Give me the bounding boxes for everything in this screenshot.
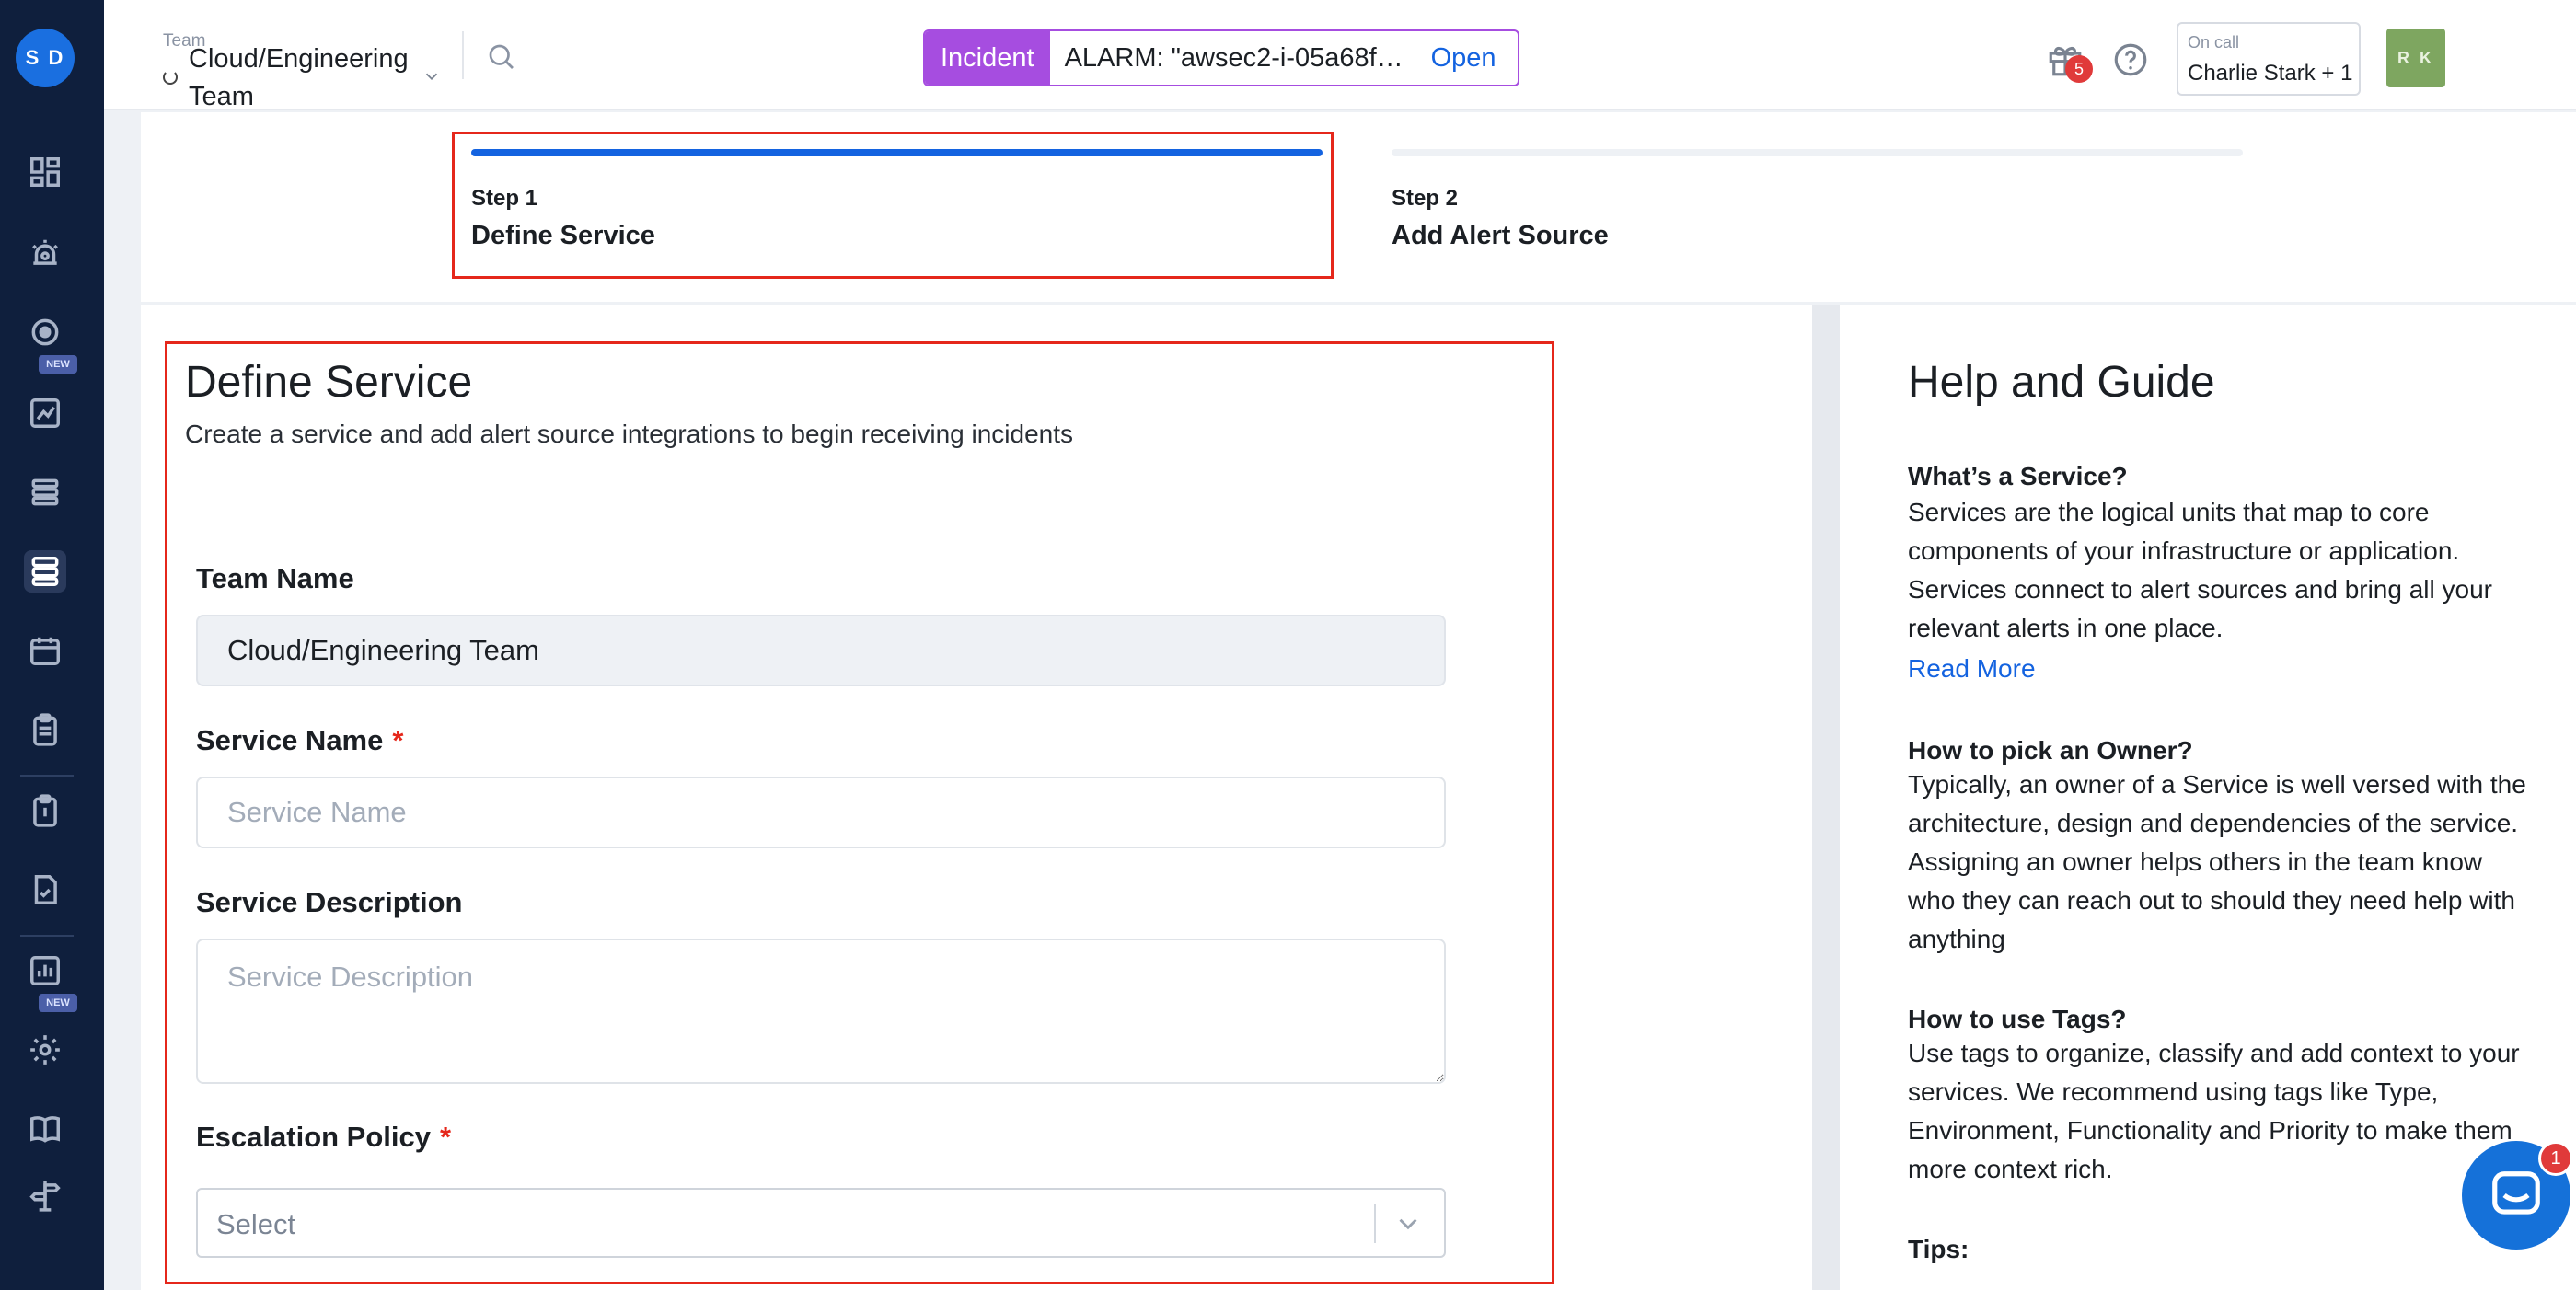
step-add-alert-source[interactable]: Step 2 Add Alert Source xyxy=(1392,149,2243,251)
oncall-label: On call xyxy=(2188,33,2240,52)
help-paragraph: Typically, an owner of a Service is well… xyxy=(1908,770,2526,953)
notification-count-badge: 5 xyxy=(2065,55,2093,83)
clipboard-icon[interactable] xyxy=(24,708,66,751)
form-highlight-box xyxy=(165,341,1554,1284)
sidebar-divider xyxy=(20,775,74,777)
column-separator xyxy=(1812,305,1840,1290)
chat-icon xyxy=(2492,1171,2540,1215)
incident-status: Open xyxy=(1430,42,1496,73)
help-paragraph: Use tags to organize, classify and add c… xyxy=(1908,1039,2520,1183)
help-title: Help and Guide xyxy=(1908,358,2215,407)
topbar-divider xyxy=(462,31,464,79)
read-more-link[interactable]: Read More xyxy=(1908,654,2036,684)
oncall-widget[interactable]: On call Charlie Stark + 1 xyxy=(2177,22,2361,96)
help-question-icon[interactable] xyxy=(2111,40,2150,79)
book-icon[interactable] xyxy=(24,1108,66,1150)
help-heading: How to pick an Owner? xyxy=(1908,736,2193,765)
oncall-name: Charlie Stark + 1 xyxy=(2188,61,2353,86)
checklist-icon[interactable] xyxy=(24,869,66,911)
chevron-down-icon[interactable] xyxy=(422,66,442,86)
runbook-icon[interactable] xyxy=(24,789,66,832)
signpost-icon[interactable] xyxy=(24,1174,66,1216)
incident-tag: Incident xyxy=(925,31,1050,85)
incident-banner[interactable]: Incident ALARM: "awsec2-i-05a68f… Open xyxy=(923,29,1519,86)
reports-icon[interactable] xyxy=(24,950,66,992)
help-paragraph: Services are the logical units that map … xyxy=(1908,498,2492,642)
help-heading: How to use Tags? xyxy=(1908,1005,2127,1033)
user-avatar[interactable]: S D xyxy=(16,29,75,87)
new-badge: NEW xyxy=(39,355,77,374)
calendar-icon[interactable] xyxy=(24,629,66,672)
help-heading: What’s a Service? xyxy=(1908,462,2128,490)
sidebar: S D NEW NEW xyxy=(0,0,104,1290)
analytics-icon[interactable] xyxy=(24,392,66,434)
status-target-icon[interactable] xyxy=(24,311,66,353)
settings-gear-icon[interactable] xyxy=(24,1029,66,1071)
list-icon[interactable] xyxy=(24,471,66,513)
sidebar-divider xyxy=(20,935,74,937)
incident-title[interactable]: ALARM: "awsec2-i-05a68f… xyxy=(1050,31,1415,85)
step-highlight-box xyxy=(452,132,1334,279)
new-badge: NEW xyxy=(39,994,77,1012)
alarm-siren-icon[interactable] xyxy=(24,232,66,274)
user-avatar[interactable]: R K xyxy=(2386,29,2445,87)
services-icon[interactable] xyxy=(24,550,66,593)
help-heading: Tips: xyxy=(1908,1235,1970,1263)
loading-spinner-icon xyxy=(163,70,178,85)
chat-unread-badge: 1 xyxy=(2538,1141,2573,1176)
search-icon[interactable] xyxy=(485,40,518,74)
step-progress-bar xyxy=(1392,149,2243,156)
dashboard-icon[interactable] xyxy=(24,151,66,193)
step-title: Add Alert Source xyxy=(1392,221,1609,250)
team-selector[interactable]: Cloud/Engineering Team xyxy=(189,40,437,116)
step-number: Step 2 xyxy=(1392,186,1459,211)
